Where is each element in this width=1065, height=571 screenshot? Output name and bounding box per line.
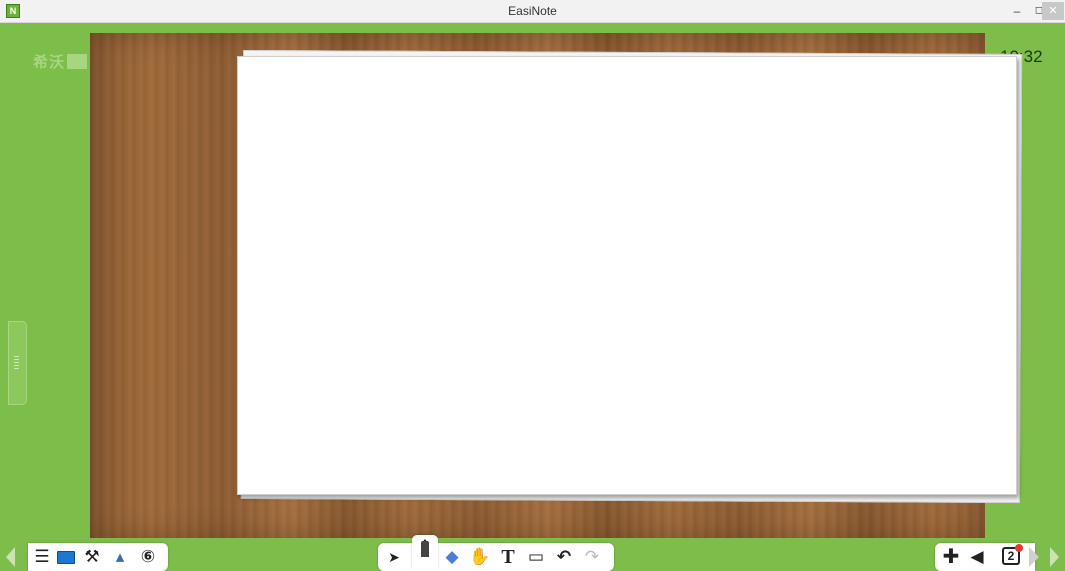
grip-icon [14,356,19,370]
left-tool-group: ☰ ⚒ ▴ ⑥ [28,543,168,571]
bottom-toolbar: ☰ ⚒ ▴ ⑥ ➤ ◆ ✋ T ▭ ↶ ↷ ✚ ◀ 2 [0,535,1065,571]
brand-mark-icon [67,54,88,69]
pen-icon[interactable] [412,535,438,569]
text-icon[interactable]: T [496,545,520,569]
roam-hand-icon[interactable]: ✋ [468,545,492,569]
collapse-right-icon[interactable] [1050,547,1059,567]
brand-text: 希沃 [33,54,66,71]
notification-dot-icon [1015,544,1023,552]
title-bar: N EasiNote – ◻ ✕ [0,0,1065,23]
cloud-class-icon[interactable]: ⑥ [136,545,160,569]
next-page-icon[interactable] [1029,547,1039,567]
window-title: EasiNote [508,4,557,18]
page-number: 2 [1007,549,1015,563]
tools-icon[interactable]: ⚒ [80,545,104,569]
select-pointer-icon[interactable]: ➤ [382,545,406,569]
canvas-page[interactable] [237,56,1017,495]
page-number-badge[interactable]: 2 [1002,544,1023,565]
side-panel-handle[interactable] [8,321,27,405]
desktop-icon[interactable] [54,545,78,569]
add-page-icon[interactable]: ✚ [939,545,963,569]
workspace: 希沃 10:32 [0,23,1065,543]
collapse-left-icon[interactable] [6,547,15,567]
minimize-button[interactable]: – [1006,0,1028,22]
undo-icon[interactable]: ↶ [552,545,576,569]
eraser-icon[interactable]: ◆ [440,545,464,569]
previous-page-icon[interactable]: ◀ [965,545,989,569]
brand-logo: 希沃 [33,51,88,72]
menu-icon[interactable]: ☰ [30,545,54,569]
insert-icon[interactable]: ▭ [524,545,548,569]
redo-icon[interactable]: ↷ [580,545,604,569]
media-icon[interactable]: ▴ [108,545,132,569]
wood-background [90,33,1023,538]
close-button[interactable]: ✕ [1042,2,1064,20]
